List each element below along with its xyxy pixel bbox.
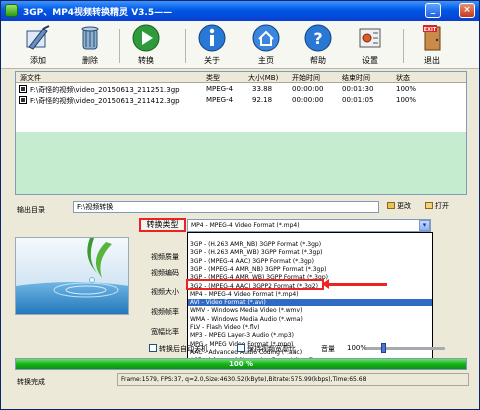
end-time: 00:01:05 [342, 96, 374, 104]
keep-aspect-checkbox[interactable] [237, 344, 245, 352]
video-codec-label: 视频编码 [151, 269, 179, 277]
toolbar: 添加 删除 转换 关于 主页 ? 帮助 设置 EXIT 退出 [1, 21, 479, 69]
svg-text:EXIT: EXIT [424, 27, 437, 33]
auto-shutdown-option[interactable]: 转换后自动关机 [149, 344, 208, 354]
change-dir-button[interactable]: 更改 [387, 201, 411, 211]
column-header[interactable]: 状态 [396, 73, 410, 83]
toolbar-separator [119, 29, 120, 63]
file-size: 92.18 [252, 96, 273, 104]
exit-icon: EXIT [423, 25, 441, 51]
home-button[interactable]: 主页 [243, 23, 289, 67]
add-button[interactable]: 添加 [15, 23, 61, 67]
dropdown-option[interactable]: 3GP - (H.263 AMR_WB) 3GPP Format (*.3gp) [188, 249, 432, 256]
start-time: 00:00:00 [292, 96, 324, 104]
chevron-down-icon[interactable]: ▾ [419, 220, 430, 231]
dropdown-side-area [433, 232, 467, 365]
column-header[interactable]: 源文件 [20, 73, 41, 83]
row-checkbox[interactable] [19, 85, 27, 93]
svg-text:?: ? [313, 29, 322, 48]
column-header[interactable]: 类型 [206, 73, 220, 83]
dropdown-option[interactable]: WMV - Windows Media Video (*.wmv) [188, 307, 432, 314]
file-list[interactable]: 源文件 类型 大小(MB) 开始时间 结束时间 状态 F:\奇怪的视频\vide… [15, 71, 467, 195]
dropdown-option[interactable]: AVI - Video Format (*.avi) [188, 299, 432, 307]
title-bar: 3GP、MP4视频转换精灵 V3.5—— _ × [1, 1, 479, 21]
volume-label: 音量 [321, 345, 335, 353]
dropdown-option[interactable]: 3GP - (MPEG-4 AAC) 3GPP Format (*.3gp) [188, 258, 432, 265]
column-header[interactable]: 开始时间 [292, 73, 320, 83]
table-row[interactable]: F:\奇怪的视频\video_20150613_211251.3gp MPEG-… [16, 84, 466, 95]
home-icon [252, 24, 280, 52]
file-path: F:\奇怪的视频\video_20150613_211412.3gp [30, 97, 180, 105]
aspect-ratio-label: 宽幅比率 [151, 328, 179, 336]
settings-button[interactable]: 设置 [347, 23, 393, 67]
file-list-header: 源文件 类型 大小(MB) 开始时间 结束时间 状态 [16, 72, 466, 83]
conversion-progress: 100 % [15, 358, 467, 370]
dropdown-option[interactable]: 3GP - (H.263 AMR_NB) 3GPP Format (*.3gp) [188, 241, 432, 248]
dropdown-option[interactable]: MP4 - MPEG-4 Video Format (*.mp4) [188, 291, 432, 298]
output-dir-label: 输出目录 [17, 206, 45, 214]
video-framerate-label: 视频帧率 [151, 308, 179, 316]
status: 100% [396, 85, 417, 93]
column-header[interactable]: 结束时间 [342, 73, 370, 83]
format-type-label: 转换类型 [139, 218, 186, 232]
progress-text: 100 % [228, 360, 254, 368]
file-type: MPEG-4 [206, 85, 234, 93]
about-button[interactable]: 关于 [189, 23, 235, 67]
dropdown-option[interactable]: WMA - Windows Media Audio (*.wma) [188, 316, 432, 323]
info-icon [198, 24, 226, 52]
convert-play-icon [132, 24, 160, 52]
encoding-info: Frame:1579, FPS:37, q=2.0,Size:4630.52(k… [117, 373, 469, 386]
file-list-empty-area [16, 132, 466, 194]
auto-shutdown-checkbox[interactable] [149, 344, 157, 352]
table-row[interactable]: F:\奇怪的视频\video_20150613_211412.3gp MPEG-… [16, 95, 466, 106]
red-arrow-annotation [322, 279, 387, 289]
volume-slider-handle[interactable] [381, 343, 386, 353]
volume-slider-track[interactable] [365, 347, 445, 350]
open-folder-icon [425, 202, 433, 209]
selection-highlight-box [186, 279, 324, 290]
column-header[interactable]: 大小(MB) [248, 73, 278, 83]
app-window: 3GP、MP4视频转换精灵 V3.5—— _ × 添加 删除 转换 关于 主页 … [0, 0, 480, 410]
delete-button[interactable]: 删除 [67, 23, 113, 67]
format-dropdown-list[interactable]: 3GP - (H.263 AMR_NB) 3GPP Format (*.3gp)… [187, 232, 433, 365]
add-file-icon [26, 25, 50, 50]
settings-icon [359, 28, 381, 48]
output-dir-field[interactable]: F:\视频转换 [73, 201, 379, 213]
video-quality-label: 视频质量 [151, 253, 179, 261]
row-checkbox[interactable] [19, 96, 27, 104]
keep-aspect-option[interactable]: 保持视频宽高比 [237, 344, 296, 354]
help-button[interactable]: ? 帮助 [295, 23, 341, 67]
folder-icon [387, 202, 395, 209]
dropdown-option[interactable]: 3GP - (MPEG-4 AMR_NB) 3GPP Format (*.3gp… [188, 266, 432, 273]
status-text: 转换完成 [17, 378, 45, 386]
open-dir-button[interactable]: 打开 [425, 201, 449, 211]
window-title: 3GP、MP4视频转换精灵 V3.5—— [23, 8, 173, 18]
file-size: 33.88 [252, 85, 273, 93]
file-type: MPEG-4 [206, 96, 234, 104]
format-select[interactable]: MP4 - MPEG-4 Video Format (*.mp4) [187, 219, 431, 232]
dropdown-option[interactable]: MP3 - MPEG Layer-3 Audio (*.mp3) [188, 332, 432, 339]
end-time: 00:01:30 [342, 85, 374, 93]
preview-image [16, 238, 128, 314]
status-bar: 转换完成 Frame:1579, FPS:37, q=2.0,Size:4630… [1, 373, 479, 409]
delete-icon [81, 26, 99, 50]
minimize-button[interactable]: _ [425, 3, 441, 18]
app-icon [5, 4, 18, 17]
close-button[interactable]: × [459, 3, 475, 18]
dropdown-option[interactable]: FLV - Flash Video (*.flv) [188, 324, 432, 331]
toolbar-separator [185, 29, 186, 63]
status: 100% [396, 96, 417, 104]
convert-button[interactable]: 转换 [123, 23, 169, 67]
video-size-label: 视频大小 [151, 288, 179, 296]
help-icon: ? [304, 24, 332, 52]
file-path: F:\奇怪的视频\video_20150613_211251.3gp [30, 86, 180, 94]
exit-button[interactable]: EXIT 退出 [409, 23, 455, 67]
video-preview [15, 237, 129, 315]
volume-value: 100% [347, 344, 368, 352]
toolbar-separator [403, 29, 404, 63]
start-time: 00:00:00 [292, 85, 324, 93]
